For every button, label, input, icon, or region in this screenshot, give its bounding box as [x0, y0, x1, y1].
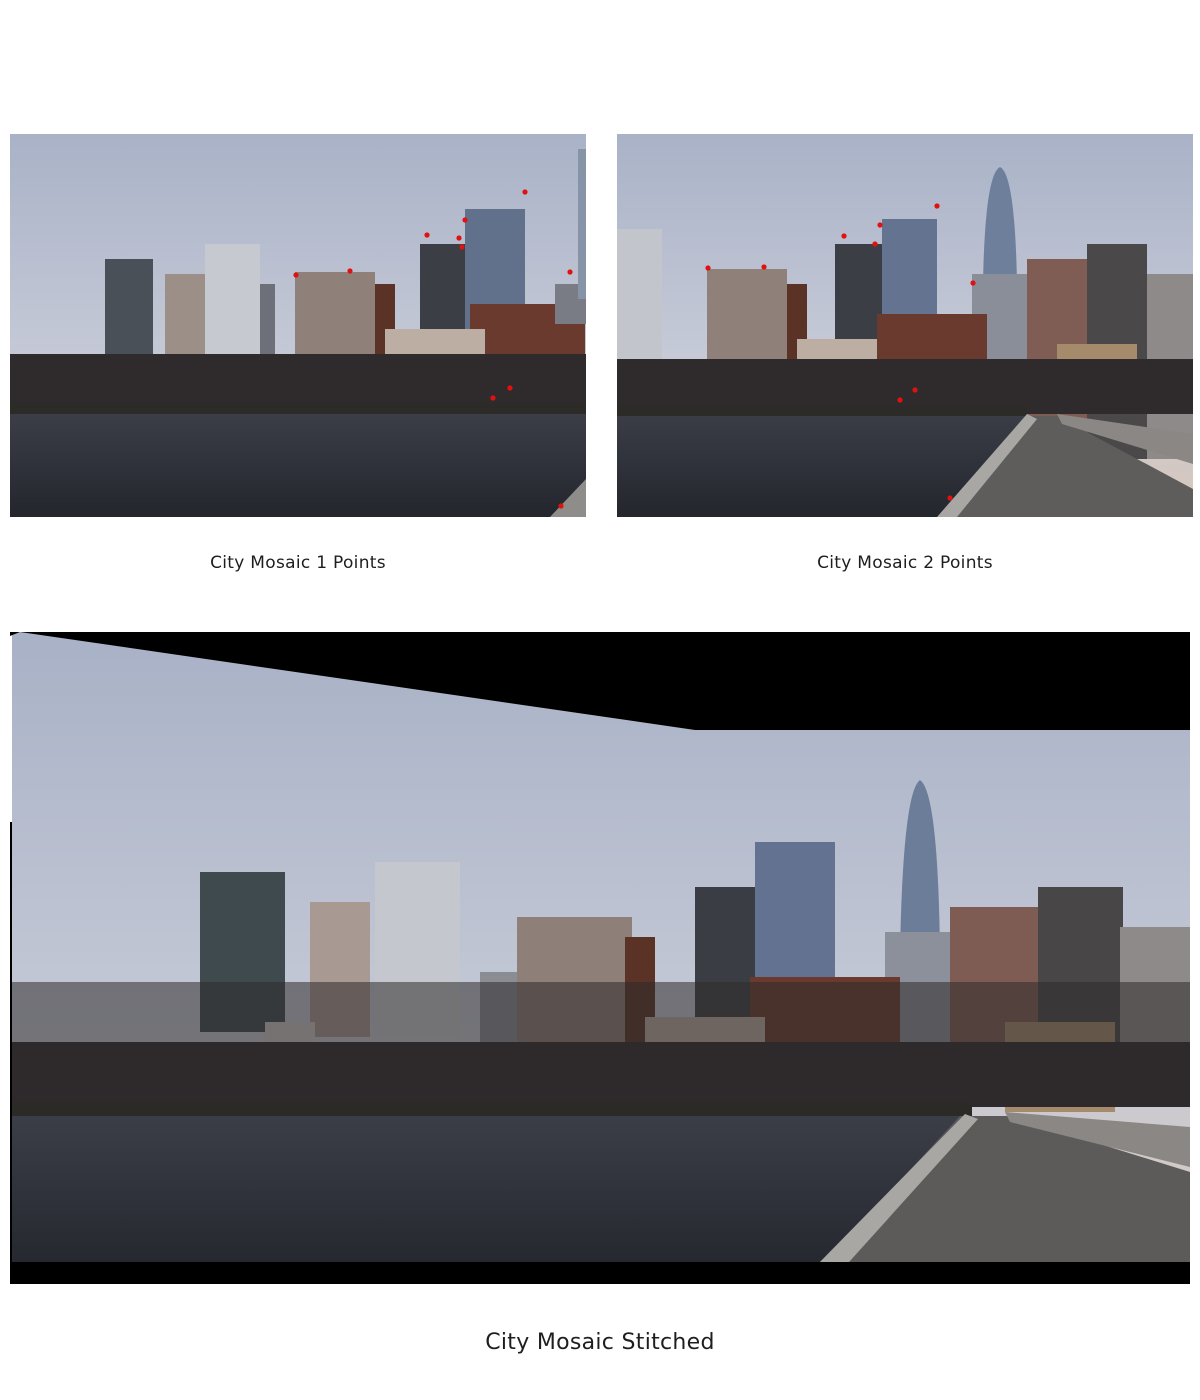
figure-caption: City Mosaic Stitched: [485, 1330, 715, 1355]
figure-caption: City Mosaic 1 Points: [210, 553, 386, 573]
city-mosaic-2-image: [617, 134, 1193, 517]
city-mosaic-stitched-image: [10, 632, 1190, 1284]
figure-caption: City Mosaic 2 Points: [817, 553, 993, 573]
city-mosaic-1-image: [10, 134, 586, 517]
